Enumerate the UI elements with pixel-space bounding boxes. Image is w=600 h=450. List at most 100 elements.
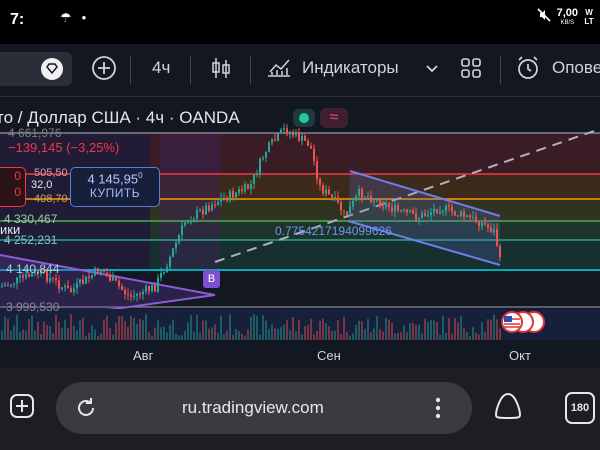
- diamond-icon[interactable]: [40, 57, 64, 86]
- candle-body: [283, 128, 285, 130]
- chart-symbol-title[interactable]: то / Доллар США · 4ч · OANDA: [0, 108, 240, 128]
- volume-bar: [184, 330, 186, 340]
- volume-bar: [271, 324, 273, 340]
- candle-body: [412, 210, 414, 214]
- candle-body: [433, 208, 435, 213]
- volume-bar: [307, 325, 309, 340]
- volume-bar: [136, 323, 138, 340]
- candle-body: [394, 204, 396, 212]
- wave-badge[interactable]: ≈: [320, 108, 348, 128]
- buy-button[interactable]: 4 145,950 КУПИТЬ: [70, 167, 160, 207]
- assistant-icon: [492, 391, 524, 426]
- volume-bar: [190, 315, 192, 340]
- candle-body: [244, 184, 246, 192]
- volume-bar: [385, 318, 387, 340]
- market-status-badge[interactable]: [293, 109, 315, 127]
- kebab-menu-icon[interactable]: [434, 396, 442, 425]
- candle-body: [247, 184, 249, 190]
- candles-icon: [210, 56, 232, 85]
- reload-icon[interactable]: [74, 396, 98, 425]
- volume-bar: [4, 316, 6, 340]
- fib-level-value: 0.7754217194099626: [275, 224, 392, 238]
- volume-bar: [220, 315, 222, 340]
- volume-bar: [337, 320, 339, 340]
- volume-bar: [64, 319, 66, 340]
- symbol-search[interactable]: [0, 52, 72, 86]
- alerts-button[interactable]: [514, 55, 542, 86]
- volume-bar: [34, 330, 36, 340]
- time-axis[interactable]: Авг Сен Окт: [0, 340, 600, 368]
- event-marker[interactable]: B: [203, 270, 220, 288]
- candle-body: [487, 224, 489, 228]
- new-tab-button[interactable]: [4, 390, 40, 426]
- toolbar-divider: [190, 56, 191, 84]
- more-dropdown-button[interactable]: [422, 56, 442, 84]
- volume-bar: [25, 330, 27, 340]
- volume-bar: [268, 328, 270, 340]
- candle-body: [271, 139, 273, 143]
- volume-bar: [352, 333, 354, 340]
- candle-body: [160, 273, 162, 278]
- net-speed: 7,00 KB/S: [556, 7, 578, 27]
- us-flag-events-icon[interactable]: [490, 311, 550, 333]
- layouts-button[interactable]: [458, 56, 484, 84]
- candle-body: [385, 203, 387, 207]
- indicators-label[interactable]: Индикаторы: [302, 58, 399, 78]
- candle-body: [121, 286, 123, 290]
- candle-body: [316, 161, 318, 180]
- tabs-count-button[interactable]: 180: [565, 392, 595, 424]
- volume-bar: [235, 329, 237, 340]
- assistant-button[interactable]: [490, 390, 526, 426]
- candle-body: [130, 294, 132, 297]
- price-chart[interactable]: то / Доллар США · 4ч · OANDA ≈ 4 661,976…: [0, 97, 600, 340]
- alarm-clock-icon: [515, 55, 541, 86]
- candle-body: [361, 188, 363, 198]
- volume-bar: [61, 328, 63, 340]
- chevron-down-icon: [425, 61, 439, 79]
- candle-body: [220, 198, 222, 202]
- sell-button[interactable]: 0 0: [0, 167, 26, 207]
- volume-bar: [13, 325, 15, 340]
- volume-bar: [43, 321, 45, 340]
- chart-type-button[interactable]: [210, 56, 232, 84]
- candle-body: [79, 279, 81, 283]
- volume-bar: [445, 333, 447, 340]
- candle-body: [265, 151, 267, 158]
- candle-body: [67, 285, 69, 289]
- volume-bar: [403, 325, 405, 340]
- volume-bar: [280, 326, 282, 340]
- volume-bar: [157, 319, 159, 340]
- add-symbol-button[interactable]: [90, 55, 118, 84]
- volume-bar: [250, 316, 252, 340]
- candle-body: [439, 211, 441, 214]
- url-text[interactable]: ru.tradingview.com: [182, 398, 324, 418]
- candle-body: [376, 199, 378, 201]
- candle-body: [343, 210, 345, 212]
- candle-body: [55, 278, 57, 281]
- chart-canvas[interactable]: [0, 97, 600, 340]
- volume-bar: [391, 322, 393, 340]
- volume-bar: [466, 332, 468, 340]
- volume-bar: [298, 319, 300, 340]
- candle-body: [331, 194, 333, 198]
- volume-bar: [283, 324, 285, 340]
- candle-body: [496, 229, 498, 246]
- volume-bar: [379, 329, 381, 340]
- candle-body: [100, 271, 102, 274]
- candle-body: [4, 284, 6, 287]
- volume-bar: [139, 318, 141, 340]
- status-right-group: 7,00 KB/S W LT: [537, 8, 594, 28]
- candle-body: [448, 205, 450, 207]
- alerts-label[interactable]: Опове: [552, 58, 600, 78]
- candle-body: [391, 207, 393, 212]
- volume-bar: [358, 320, 360, 340]
- candle-body: [469, 215, 471, 218]
- volume-bar: [208, 328, 210, 340]
- candle-body: [16, 277, 18, 284]
- interval-selector[interactable]: 4ч: [152, 58, 170, 78]
- candle-body: [169, 256, 171, 267]
- indicators-button[interactable]: [266, 56, 292, 84]
- candle-body: [70, 288, 72, 293]
- candle-body: [490, 227, 492, 233]
- url-bar[interactable]: ru.tradingview.com: [56, 382, 472, 434]
